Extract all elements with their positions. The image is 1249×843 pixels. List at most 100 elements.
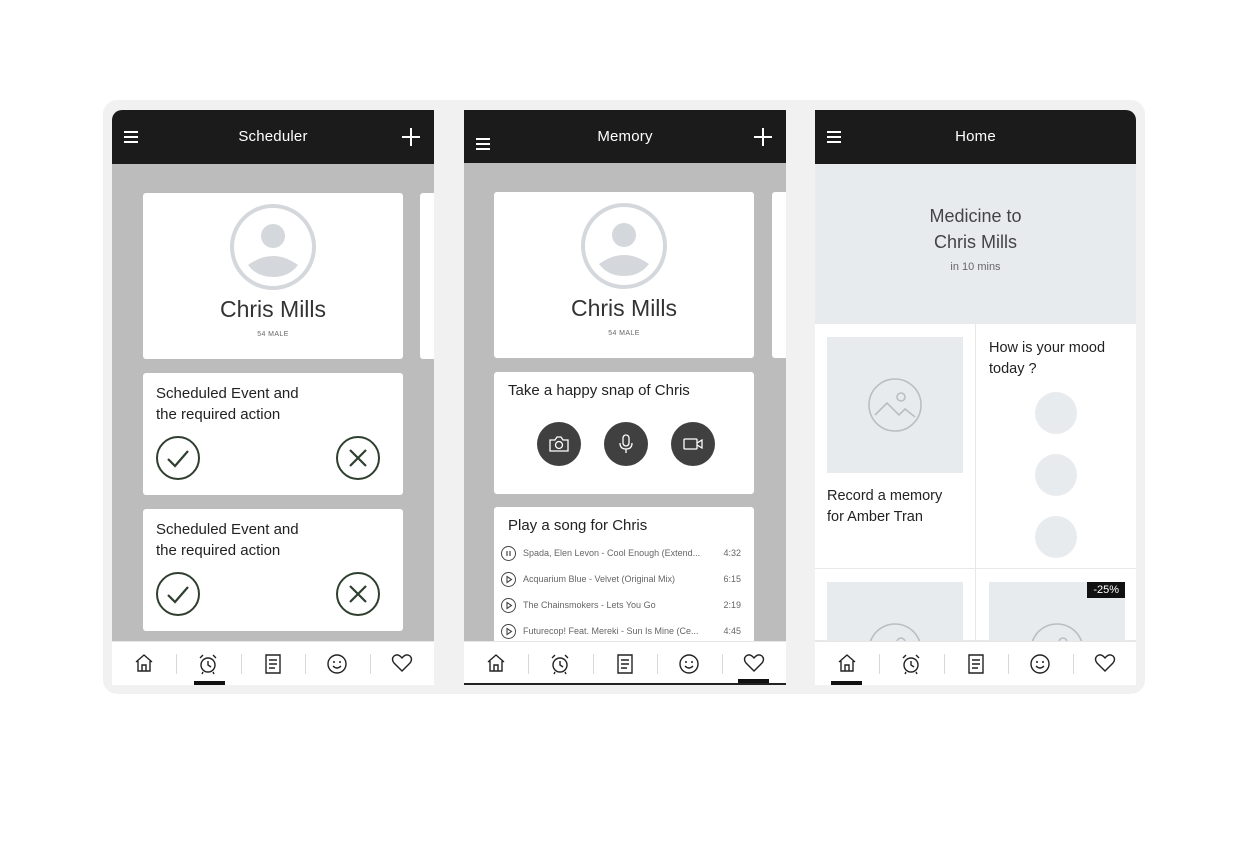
song-row[interactable]: Spada, Elen Levon - Cool Enough (Extend.…: [501, 545, 741, 563]
add-icon[interactable]: [754, 128, 772, 146]
microphone-button[interactable]: [604, 422, 648, 466]
event-text-line: the required action: [156, 406, 281, 423]
promo-cell[interactable]: -25%: [976, 569, 1136, 652]
alarm-icon: [902, 654, 920, 675]
song-row[interactable]: Futurecop! Feat. Mereki - Sun Is Mine (C…: [501, 623, 741, 641]
microphone-icon: [619, 434, 633, 453]
tab-favorites[interactable]: [1073, 642, 1136, 685]
check-icon: [167, 586, 189, 604]
tab-mood[interactable]: [657, 642, 721, 685]
confirm-button[interactable]: [156, 436, 200, 480]
mood-option[interactable]: [1035, 516, 1077, 558]
profile-card[interactable]: Chris Mills 54 MALE: [494, 192, 754, 358]
record-memory-text: Record a memory for Amber Tran: [827, 486, 942, 528]
song-duration: 4:32: [723, 548, 741, 558]
alarm-icon: [199, 654, 217, 675]
tab-mood[interactable]: [305, 642, 369, 685]
smiley-icon: [1030, 654, 1050, 674]
home-icon: [135, 654, 153, 672]
reminder-time: in 10 mins: [950, 261, 1001, 273]
song-title: Spada, Elen Levon - Cool Enough (Extend.…: [523, 548, 701, 558]
mood-cell: How is your mood today ?: [976, 324, 1136, 569]
reminder-banner[interactable]: Medicine to Chris Mills in 10 mins: [815, 164, 1136, 324]
notes-icon: [617, 654, 633, 674]
song-card-title: Play a song for Chris: [508, 517, 648, 534]
memory-screen: Memory Chris Mills 54 MALE Take a happy …: [464, 110, 786, 685]
dismiss-button[interactable]: [336, 572, 380, 616]
heart-icon: [1094, 654, 1116, 672]
song-row[interactable]: Acquarium Blue - Velvet (Original Mix) 6:…: [501, 571, 741, 589]
song-title: Futurecop! Feat. Mereki - Sun Is Mine (C…: [523, 626, 699, 636]
screen-title: Home: [955, 128, 996, 145]
tab-home[interactable]: [464, 642, 528, 685]
play-icon[interactable]: [501, 598, 516, 613]
profile-name: Chris Mills: [570, 295, 678, 321]
dismiss-button[interactable]: [336, 436, 380, 480]
event-text-line: Scheduled Event and: [156, 521, 299, 538]
play-icon[interactable]: [501, 572, 516, 587]
pause-icon[interactable]: [501, 546, 516, 561]
confirm-button[interactable]: [156, 572, 200, 616]
song-row[interactable]: The Chainsmokers - Lets You Go 2:19: [501, 597, 741, 615]
reminder-title: Medicine to: [929, 206, 1022, 226]
notes-icon: [265, 654, 281, 674]
tab-notes[interactable]: [944, 642, 1008, 685]
mood-option[interactable]: [1035, 392, 1077, 434]
tab-notes[interactable]: [593, 642, 657, 685]
tab-alarm[interactable]: [176, 642, 240, 685]
heart-icon: [391, 654, 413, 672]
tab-favorites[interactable]: [370, 642, 434, 685]
record-memory-cell[interactable]: Record a memory for Amber Tran: [815, 324, 976, 569]
bottom-tab-bar: [112, 641, 434, 685]
alarm-icon: [551, 654, 569, 675]
home-icon: [487, 654, 505, 672]
tab-alarm[interactable]: [879, 642, 943, 685]
avatar-icon: [230, 204, 316, 290]
event-text: Scheduled Event and the required action: [156, 519, 346, 561]
song-duration: 2:19: [723, 600, 741, 610]
notes-icon: [968, 654, 984, 674]
song-duration: 4:45: [723, 626, 741, 636]
mood-option[interactable]: [1035, 454, 1077, 496]
mood-question-line: today ?: [989, 361, 1037, 377]
event-text: Scheduled Event and the required action: [156, 383, 346, 425]
tab-home[interactable]: [815, 642, 879, 685]
song-title: The Chainsmokers - Lets You Go: [523, 600, 656, 610]
profile-details: 54 MALE: [257, 331, 289, 338]
top-bar: Memory: [464, 110, 786, 163]
song-duration: 6:15: [723, 574, 741, 584]
bottom-tab-bar: [464, 641, 786, 685]
record-memory-line: Record a memory: [827, 488, 943, 504]
event-card: Scheduled Event and the required action: [143, 373, 403, 495]
screen-title: Memory: [597, 128, 653, 145]
video-button[interactable]: [671, 422, 715, 466]
heart-icon: [743, 654, 765, 672]
camera-button[interactable]: [537, 422, 581, 466]
top-bar: Home: [815, 110, 1136, 164]
tab-notes[interactable]: [241, 642, 305, 685]
content-area: Chris Mills 54 MALE Take a happy snap of…: [464, 163, 786, 641]
home-screen: Home Medicine to Chris Mills in 10 mins …: [815, 110, 1136, 685]
event-card: Scheduled Event and the required action: [143, 509, 403, 631]
image-placeholder: [827, 337, 963, 473]
avatar-icon: [581, 203, 667, 289]
discount-badge: -25%: [1087, 582, 1125, 598]
event-text-line: the required action: [156, 542, 281, 559]
promo-cell[interactable]: [815, 569, 976, 652]
profile-card[interactable]: Chris Mills 54 MALE: [143, 193, 403, 359]
tab-home[interactable]: [112, 642, 176, 685]
add-icon[interactable]: [402, 128, 420, 146]
scheduler-screen: Scheduler Chris Mills 54 MALE Scheduled …: [112, 110, 434, 685]
tab-mood[interactable]: [1008, 642, 1072, 685]
play-icon[interactable]: [501, 624, 516, 639]
top-bar: Scheduler: [112, 110, 434, 164]
close-icon: [349, 449, 367, 467]
next-card-peek[interactable]: [772, 192, 786, 358]
reminder-title: Chris Mills: [934, 232, 1017, 252]
tab-alarm[interactable]: [528, 642, 592, 685]
next-card-peek[interactable]: [420, 193, 434, 359]
mood-question: How is your mood today ?: [989, 338, 1105, 380]
close-icon: [349, 585, 367, 603]
snap-title: Take a happy snap of Chris: [508, 382, 690, 399]
content-area: Chris Mills 54 MALE Scheduled Event and …: [112, 164, 434, 641]
